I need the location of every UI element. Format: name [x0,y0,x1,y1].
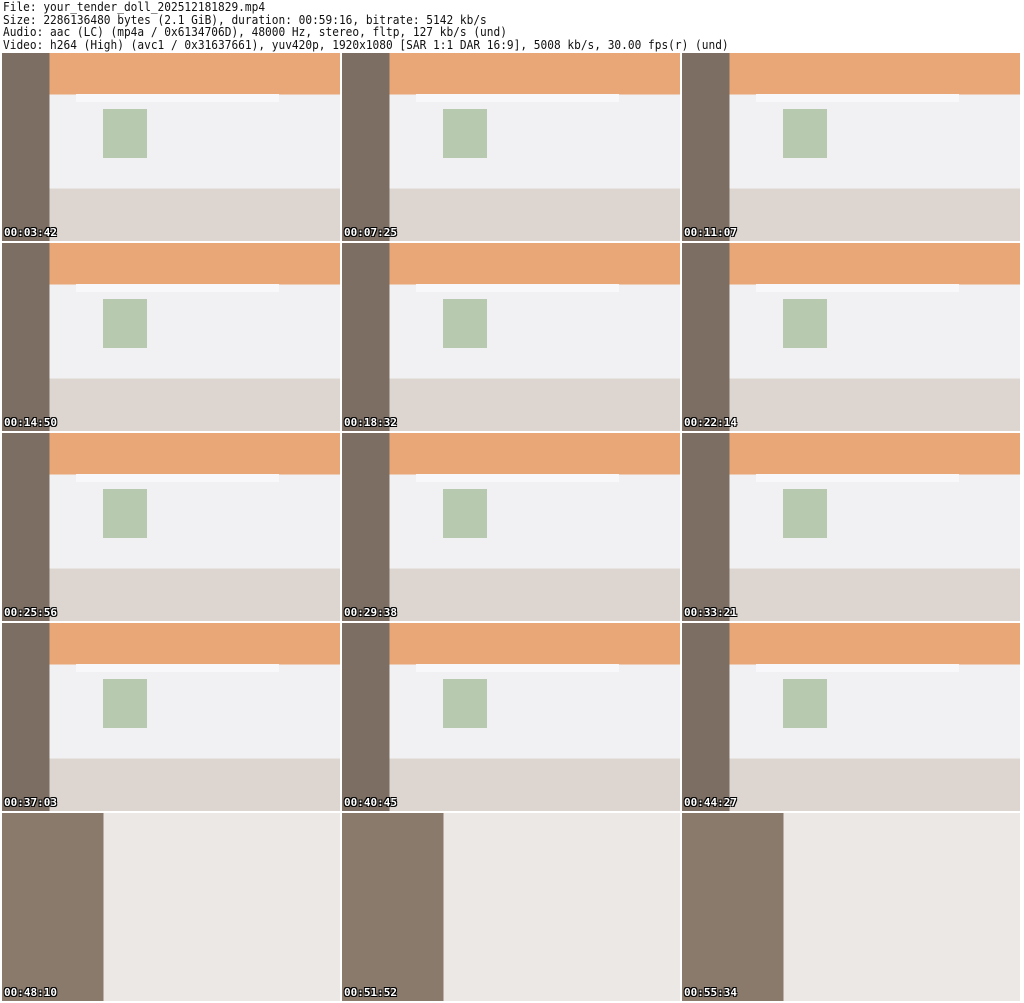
wall-poster [443,489,488,539]
video-info: Video: h264 (High) (avc1 / 0x31637661), … [3,37,729,52]
wall-poster [783,489,828,539]
wall-poster [783,299,828,349]
shelf [76,284,280,292]
timestamp-label: 00:44:27 [684,796,737,809]
video-thumbnail: 00:07:25 [342,53,680,241]
timestamp-label: 00:37:03 [4,796,57,809]
wall-poster [103,679,148,729]
video-thumbnail: 00:40:45 [342,623,680,811]
wall-poster [103,299,148,349]
shelf [76,94,280,102]
timestamp-label: 00:33:21 [684,606,737,619]
video-thumbnail: 00:11:07 [682,53,1020,241]
timestamp-label: 00:11:07 [684,226,737,239]
audio-info: Audio: aac (LC) (mp4a / 0x6134706D), 480… [3,25,507,39]
timestamp-label: 00:14:50 [4,416,57,429]
file-info-header: File: your_tender_doll_202512181829.mp4 … [3,1,729,51]
video-thumbnail: 00:25:56 [2,433,340,621]
video-thumbnail: 00:44:27 [682,623,1020,811]
timestamp-label: 00:40:45 [344,796,397,809]
timestamp-label: 00:25:56 [4,606,57,619]
timestamp-label: 00:03:42 [4,226,57,239]
video-thumbnail: 00:51:52 [342,813,680,1001]
timestamp-label: 00:29:38 [344,606,397,619]
video-thumbnail: 00:14:50 [2,243,340,431]
shelf [416,284,620,292]
shelf [416,474,620,482]
video-thumbnail: 00:22:14 [682,243,1020,431]
thumbnail-grid: 00:03:42 00:07:25 00:11:07 00:14:50 00:18:32… [2,53,1020,1001]
video-thumbnail: 00:55:34 [682,813,1020,1001]
video-thumbnail: 00:29:38 [342,433,680,621]
timestamp-label: 00:07:25 [344,226,397,239]
timestamp-label: 00:22:14 [684,416,737,429]
wall-poster [443,679,488,729]
file-name: File: your_tender_doll_202512181829.mp4 [3,0,266,14]
video-thumbnail: 00:33:21 [682,433,1020,621]
shelf [756,474,960,482]
video-thumbnail: 00:18:32 [342,243,680,431]
shelf [76,474,280,482]
video-thumbnail: 00:03:42 [2,53,340,241]
wall-poster [103,489,148,539]
timestamp-label: 00:51:52 [344,986,397,999]
timestamp-label: 00:48:10 [4,986,57,999]
timestamp-label: 00:18:32 [344,416,397,429]
wall-poster [443,299,488,349]
shelf [756,94,960,102]
wall-poster [783,679,828,729]
shelf [76,664,280,672]
video-thumbnail: 00:48:10 [2,813,340,1001]
timestamp-label: 00:55:34 [684,986,737,999]
shelf [416,94,620,102]
shelf [756,284,960,292]
wall-poster [443,109,488,159]
wall-poster [103,109,148,159]
video-thumbnail: 00:37:03 [2,623,340,811]
wall-poster [783,109,828,159]
shelf [756,664,960,672]
shelf [416,664,620,672]
